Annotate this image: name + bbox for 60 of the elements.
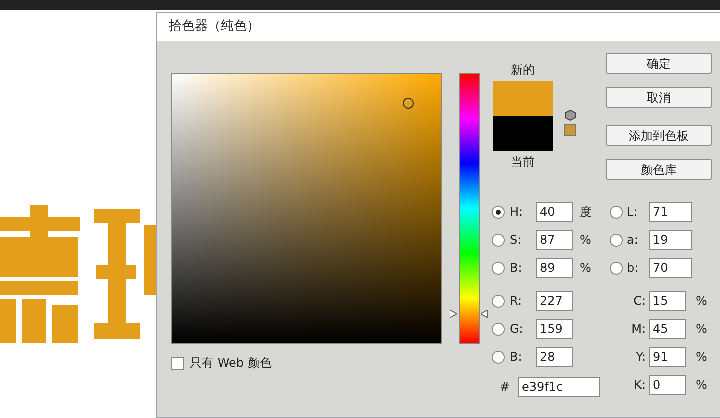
input-field[interactable]: 159 (536, 319, 573, 339)
input-field[interactable]: 91 (649, 347, 686, 367)
unit-label: 度 (580, 204, 592, 221)
input-field[interactable]: 227 (536, 291, 573, 311)
unit-label: % (696, 349, 708, 366)
radio-button[interactable] (492, 322, 505, 336)
radio-button[interactable] (610, 262, 623, 274)
radio-button[interactable] (492, 350, 505, 364)
unit-label: % (696, 293, 708, 310)
input-field[interactable]: 89 (536, 258, 573, 278)
new-label: 新的 (511, 62, 535, 78)
hex-input-field[interactable]: e39f1c (518, 377, 600, 397)
window-title: 拾色器（纯色） (169, 18, 260, 36)
field-label: R: (510, 293, 524, 310)
input-field[interactable]: 70 (649, 258, 692, 278)
field-label: S: (510, 232, 523, 249)
unit-label: % (580, 260, 592, 277)
field-label: G: (510, 321, 524, 338)
current-color-swatch[interactable] (493, 116, 553, 151)
hex-label: # (500, 379, 512, 396)
input-field[interactable]: 87 (536, 230, 573, 250)
unit-label: % (580, 232, 592, 249)
field-label: b: (627, 260, 640, 277)
input-field[interactable]: 19 (649, 230, 692, 250)
dialog-button[interactable]: 添加到色板 (606, 125, 712, 146)
field-label: B: (510, 260, 524, 277)
dialog-button[interactable]: 取消 (606, 87, 712, 108)
field-label: a: (627, 232, 640, 249)
radio-button[interactable] (492, 206, 505, 218)
hue-slider-handle[interactable] (450, 310, 488, 318)
radio-button[interactable] (610, 234, 623, 246)
input-field[interactable]: 40 (536, 202, 573, 222)
field-label: B: (510, 349, 524, 366)
current-label: 当前 (511, 154, 535, 170)
field-label: C: (632, 293, 647, 310)
checkbox-label: 只有 Web 颜色 (190, 355, 272, 372)
radio-button[interactable] (492, 262, 505, 274)
radio-button[interactable] (492, 294, 505, 308)
hue-slider[interactable] (450, 73, 488, 344)
field-label: Y: (635, 349, 647, 366)
field-label: L: (627, 204, 639, 221)
input-field[interactable]: 71 (649, 202, 692, 222)
input-field[interactable]: 15 (649, 291, 686, 311)
field-label: M: (630, 321, 647, 338)
new-color-swatch (493, 81, 553, 116)
unit-label: % (696, 377, 708, 394)
color-field[interactable] (171, 73, 442, 344)
field-label: K: (633, 377, 647, 394)
dialog-button[interactable]: 确定 (606, 53, 712, 74)
input-field[interactable]: 0 (649, 375, 686, 395)
input-field[interactable]: 45 (649, 319, 686, 339)
unit-label: % (696, 321, 708, 338)
radio-button[interactable] (610, 206, 623, 218)
radio-button[interactable] (492, 234, 505, 246)
dialog-button[interactable]: 颜色库 (606, 159, 712, 180)
field-label: H: (510, 204, 524, 221)
cube-icon[interactable] (564, 110, 576, 121)
input-field[interactable]: 28 (536, 347, 573, 367)
web-safe-swatch[interactable] (564, 124, 576, 136)
checkbox[interactable] (171, 356, 184, 370)
